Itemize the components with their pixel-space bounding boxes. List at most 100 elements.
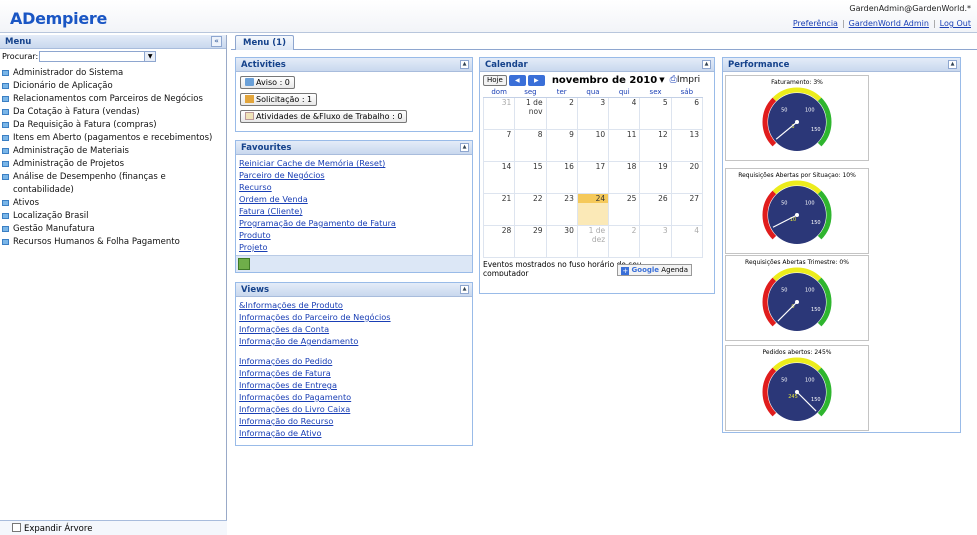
day-cell[interactable]: 20 [670, 160, 704, 194]
search-combobox[interactable]: ▼ [39, 51, 157, 62]
logout-link[interactable]: Log Out [940, 19, 971, 28]
gauge-card[interactable]: Requisições Abertas por Situaçao: 10% 50 1… [725, 168, 869, 254]
day-cell[interactable]: 9 [545, 128, 578, 162]
menu-tree-item[interactable]: Recursos Humanos & Folha Pagamento [0, 236, 226, 249]
menu-tree-item[interactable]: Da Cotação à Fatura (vendas) [0, 106, 226, 119]
month-dropdown-icon[interactable]: ▼ [659, 76, 664, 84]
chevron-down-icon[interactable]: ▼ [144, 52, 156, 61]
prev-month-button[interactable]: ◀ [508, 74, 526, 86]
day-cell[interactable]: 27 [670, 192, 704, 226]
day-cell[interactable]: 16 [545, 160, 578, 194]
favourite-link[interactable]: Ordem de Venda [239, 193, 469, 205]
collapse-performance-icon[interactable]: ▲ [948, 60, 957, 69]
day-cell[interactable]: 11 [608, 128, 641, 162]
view-link[interactable]: Informações de Entrega [239, 379, 469, 391]
day-cell[interactable]: 21 [482, 192, 516, 226]
favourite-link[interactable]: Fatura (Cliente) [239, 205, 469, 217]
view-link[interactable]: Informações do Pagamento [239, 391, 469, 403]
day-cell[interactable]: 4 [608, 96, 641, 130]
collapse-activities-icon[interactable]: ▲ [460, 60, 469, 69]
workflow-button[interactable]: Atividades de &Fluxo de Trabalho : 0 [240, 110, 408, 123]
menu-tree-item[interactable]: Dicionário de Aplicação [0, 80, 226, 93]
favourite-link[interactable]: Projeto [239, 241, 469, 253]
day-cell[interactable]: 6 [670, 96, 704, 130]
print-button[interactable]: ⎙Impri [670, 75, 701, 85]
today-button[interactable]: Hoje [483, 74, 507, 86]
day-cell[interactable]: 3 [639, 224, 672, 258]
favourite-link[interactable]: Produto [239, 229, 469, 241]
menu-tree-item[interactable]: Relacionamentos com Parceiros de Negócio… [0, 93, 226, 106]
favourite-link[interactable]: Reiniciar Cache de Memória (Reset) [239, 157, 469, 169]
favourite-link[interactable]: Recurso [239, 181, 469, 193]
gauge-card[interactable]: Faturamento: 3% 50 100 150 3 [725, 75, 869, 161]
day-cell[interactable]: 3 [576, 96, 610, 130]
view-link[interactable]: Informações do Parceiro de Negócios [239, 311, 469, 323]
day-cell[interactable]: 7 [482, 128, 516, 162]
favourite-link[interactable]: Parceiro de Negócios [239, 169, 469, 181]
gauge-tick-label: 150 [811, 397, 821, 403]
expand-tree-row[interactable]: Expandir Árvore [0, 520, 227, 535]
view-link[interactable]: Informação do Recurso [239, 415, 469, 427]
menu-tree-item[interactable]: Localização Brasil [0, 210, 226, 223]
day-cell[interactable]: 4 [670, 224, 704, 258]
day-cell[interactable]: 23 [545, 192, 578, 226]
expand-tree-checkbox[interactable] [12, 523, 21, 532]
day-cell[interactable]: 1 de dez [576, 224, 610, 258]
menu-tree-item[interactable]: Administrador do Sistema [0, 67, 226, 80]
menu-tree-item[interactable]: Itens em Aberto (pagamentos e recebiment… [0, 132, 226, 145]
google-calendar-button[interactable]: + Google Agenda [617, 263, 692, 276]
day-cell[interactable]: 30 [545, 224, 578, 258]
notice-button[interactable]: Aviso : 0 [240, 76, 295, 89]
day-cell[interactable]: 14 [482, 160, 516, 194]
day-cell[interactable]: 13 [670, 128, 704, 162]
favourite-link[interactable]: Programação de Pagamento de Fatura [239, 217, 469, 229]
preferences-link[interactable]: Preferência [793, 19, 838, 28]
day-cell[interactable]: 29 [514, 224, 547, 258]
day-cell[interactable]: 19 [639, 160, 672, 194]
day-cell[interactable]: 2 [545, 96, 578, 130]
day-number: 6 [694, 97, 699, 107]
gauge-card[interactable]: Requisições Abertas Trimestre: 0% 50 100 15… [725, 255, 869, 341]
view-link[interactable]: Informações da Conta [239, 323, 469, 335]
menu-tree-item[interactable]: Administração de Materiais [0, 145, 226, 158]
menu-tree-item[interactable]: Ativos [0, 197, 226, 210]
menu-tree-item-label: Da Requisição à Fatura (compras) [13, 120, 157, 130]
menu-tree-item[interactable]: Da Requisição à Fatura (compras) [0, 119, 226, 132]
view-link[interactable]: Informações de Fatura [239, 367, 469, 379]
menu-tree-item[interactable]: Administração de Projetos [0, 158, 226, 171]
gauge-card[interactable]: Pedidos abertos: 245% 50 100 150 245 [725, 345, 869, 431]
day-cell[interactable]: 12 [639, 128, 672, 162]
day-cell[interactable]: 18 [608, 160, 641, 194]
day-cell[interactable]: 17 [576, 160, 610, 194]
next-month-button[interactable]: ▶ [527, 74, 545, 86]
view-link[interactable]: &Informações de Produto [239, 299, 469, 311]
day-cell[interactable]: 2 [608, 224, 641, 258]
menu-tree-item[interactable]: Análise de Desempenho (finanças e contab… [0, 171, 226, 197]
day-cell[interactable]: 8 [514, 128, 547, 162]
collapse-views-icon[interactable]: ▲ [460, 285, 469, 294]
day-cell[interactable]: 26 [639, 192, 672, 226]
day-cell[interactable]: 22 [514, 192, 547, 226]
add-favourite-icon[interactable] [238, 258, 250, 270]
menu-tree-item[interactable]: Gestão Manufatura [0, 223, 226, 236]
day-cell[interactable]: 15 [514, 160, 547, 194]
day-cell[interactable]: 1 de nov [514, 96, 547, 130]
day-cell[interactable]: 31 [482, 96, 516, 130]
day-cell[interactable]: 28 [482, 224, 516, 258]
view-link[interactable]: Informação de Ativo [239, 427, 469, 439]
view-link[interactable]: Informações do Livro Caixa [239, 403, 469, 415]
gauge-dial: 50 100 150 245 [762, 357, 832, 421]
view-link[interactable]: Informação de Agendamento [239, 335, 469, 347]
collapse-favourites-icon[interactable]: ▲ [460, 143, 469, 152]
request-button[interactable]: Solicitação : 1 [240, 93, 318, 106]
view-link[interactable]: Informações do Pedido [239, 355, 469, 367]
tab-menu[interactable]: Menu (1) [235, 35, 294, 50]
collapse-panel-button[interactable]: « [211, 36, 222, 47]
day-cell[interactable]: 24 [576, 192, 610, 226]
collapse-calendar-icon[interactable]: ▲ [702, 60, 711, 69]
day-cell[interactable]: 5 [639, 96, 672, 130]
role-link[interactable]: GardenWorld Admin [849, 19, 929, 28]
day-cell[interactable]: 25 [608, 192, 641, 226]
menu-tree-item-label: Localização Brasil [13, 211, 89, 221]
day-cell[interactable]: 10 [576, 128, 610, 162]
